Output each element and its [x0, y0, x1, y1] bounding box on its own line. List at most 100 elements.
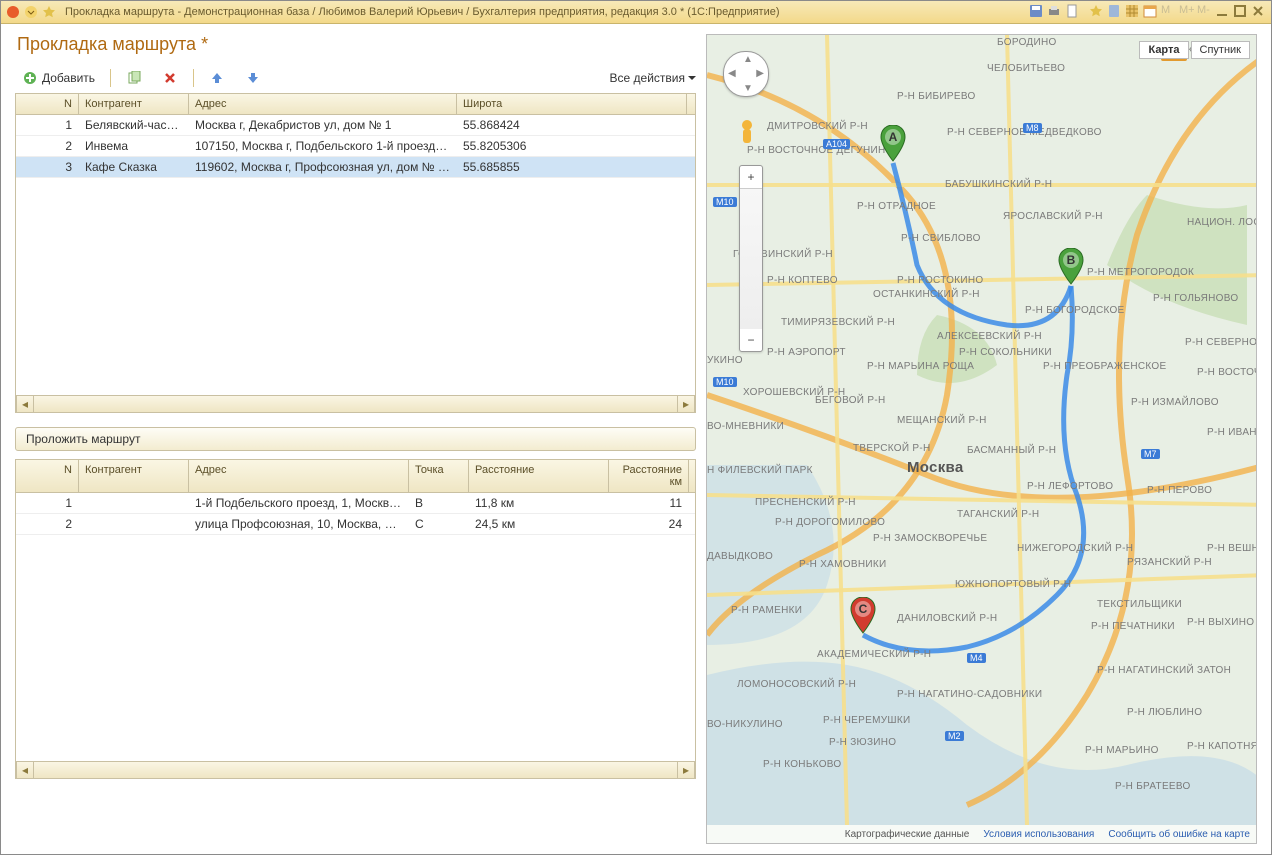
map-district-label: БАБУШКИНСКИЙ Р-Н — [945, 179, 1052, 190]
window-title: Прокладка маршрута - Демонстрационная ба… — [65, 6, 780, 18]
map-panel[interactable]: БородиноЧелобитьевоКоролёР-Н БИБИРЕВОДМИ… — [706, 34, 1257, 844]
col2-distance-km[interactable]: Расстояние км — [609, 460, 689, 492]
map-district-label: Р-Н ЗЮЗИНО — [829, 737, 896, 748]
maximize-icon[interactable] — [1233, 4, 1249, 20]
minimize-icon[interactable] — [1215, 4, 1231, 20]
svg-text:A: A — [889, 130, 898, 144]
map-district-label: Р-Н ВЫХИНО — [1187, 617, 1254, 628]
pan-control[interactable]: ▲▼ ◀▶ — [723, 51, 769, 97]
hscroll2[interactable]: ◂▸ — [16, 761, 695, 778]
fav-icon[interactable] — [1089, 4, 1105, 20]
doc-icon[interactable] — [1065, 4, 1081, 20]
col-address[interactable]: Адрес — [189, 94, 457, 114]
map-pin-C[interactable]: C — [850, 597, 876, 635]
map-district-label: ЯРОСЛАВСКИЙ Р-Н — [1003, 211, 1103, 222]
map-district-label: Р-Н ВЕШН — [1207, 543, 1257, 554]
map-district-label: Р-Н МАРЬИНА РОЩА — [867, 361, 974, 372]
print-icon[interactable] — [1047, 4, 1063, 20]
map-district-label: Р-Н ЛЮБЛИНО — [1127, 707, 1202, 718]
map-district-label: Челобитьево — [987, 63, 1065, 74]
map-district-label: НИЖЕГОРОДСКИЙ Р-Н — [1017, 543, 1133, 554]
map-district-label: Национ. Лосин — [1187, 217, 1257, 228]
dropdown-icon[interactable] — [23, 4, 39, 20]
col-contractor[interactable]: Контрагент — [79, 94, 189, 114]
terms-link[interactable]: Условия использования — [983, 829, 1094, 840]
satellite-mode-button[interactable]: Спутник — [1191, 41, 1250, 59]
all-actions-button[interactable]: Все действия — [610, 71, 696, 85]
save-icon[interactable] — [1029, 4, 1045, 20]
move-up-button[interactable] — [202, 67, 232, 89]
move-down-button[interactable] — [238, 67, 268, 89]
map-mode-button[interactable]: Карта — [1139, 41, 1188, 59]
map-district-label: Р-Н ГОЛЬЯНОВО — [1153, 293, 1238, 304]
map-district-label: ТЕКСТИЛЬЩИКИ — [1097, 599, 1182, 610]
m-minus-icon[interactable]: M- — [1197, 4, 1213, 20]
points-table: N Контрагент Адрес Широта 1Белявский-час… — [15, 93, 696, 413]
zoom-in-button[interactable]: + — [740, 166, 762, 189]
table-row[interactable]: 3Кафе Сказка119602, Москва г, Профсоюзна… — [16, 157, 695, 178]
map-district-label: Р-Н НАГАТИНСКИЙ ЗАТОН — [1097, 665, 1231, 676]
page-title: Прокладка маршрута * — [17, 34, 696, 55]
map-district-label: Р-Н ВОСТОЧНОЕ ДЕГУНИНО — [747, 145, 894, 156]
col-latitude[interactable]: Широта — [457, 94, 687, 114]
map-pin-B[interactable]: B — [1058, 248, 1084, 286]
calc-icon[interactable] — [1107, 4, 1123, 20]
m-plus-icon[interactable]: M+ — [1179, 4, 1195, 20]
add-button[interactable]: Добавить — [15, 67, 102, 89]
delete-button[interactable] — [155, 67, 185, 89]
zoom-out-button[interactable]: − — [740, 329, 762, 351]
map-district-label: ВО-НИКУЛИНО — [707, 719, 783, 730]
col-n[interactable]: N — [16, 94, 79, 114]
map-district-label: Р-Н ВОСТОЧН — [1197, 367, 1257, 378]
star-icon[interactable] — [41, 4, 57, 20]
col2-n[interactable]: N — [16, 460, 79, 492]
map-district-label: Р-Н ПЕЧАТНИКИ — [1091, 621, 1175, 632]
map-district-label: АКАДЕМИЧЕСКИЙ Р-Н — [817, 649, 931, 660]
col2-address[interactable]: Адрес — [189, 460, 409, 492]
map-district-label: Р-Н СВИБЛОВО — [901, 233, 981, 244]
zoom-slider[interactable] — [740, 189, 762, 329]
close-icon[interactable] — [1251, 4, 1267, 20]
map-district-label: Р-Н БОГОРОДСКОЕ — [1025, 305, 1125, 316]
table-row[interactable]: 2улица Профсоюзная, 10, Москва, Росс...C… — [16, 514, 695, 535]
map-district-label: Бородино — [997, 37, 1057, 48]
map-district-label: Р-Н КОПТЕВО — [767, 275, 838, 286]
build-route-button[interactable]: Проложить маршрут — [15, 427, 696, 451]
map-district-label: ТВЕРСКОЙ Р-Н — [853, 443, 931, 454]
map-district-label: РЯЗАНСКИЙ Р-Н — [1127, 557, 1212, 568]
col2-contractor[interactable]: Контрагент — [79, 460, 189, 492]
table-row[interactable]: 11-й Подбельского проезд, 1, Москва, Р..… — [16, 493, 695, 514]
map-district-label: Р-Н МАРЬИНО — [1085, 745, 1159, 756]
copy-button[interactable] — [119, 67, 149, 89]
road-shield: М7 — [1141, 449, 1160, 459]
road-shield: М4 — [967, 653, 986, 663]
map-district-label: Р-Н ДОРОГОМИЛОВО — [775, 517, 885, 528]
calendar-icon[interactable] — [1143, 4, 1159, 20]
m-icon[interactable]: M — [1161, 4, 1177, 20]
map-district-label: Р-Н ХАМОВНИКИ — [799, 559, 886, 570]
table-row[interactable]: 2Инвема107150, Москва г, Подбельского 1-… — [16, 136, 695, 157]
map-district-label: ДАВЫДКОВО — [707, 551, 773, 562]
col2-distance[interactable]: Расстояние — [469, 460, 609, 492]
grid-icon[interactable] — [1125, 4, 1141, 20]
map-district-label: ДАНИЛОВСКИЙ Р-Н — [897, 613, 997, 624]
map-district-label: ЛОМОНОСОВСКИЙ Р-Н — [737, 679, 856, 690]
report-link[interactable]: Сообщить об ошибке на карте — [1108, 829, 1250, 840]
map-district-label: Р-Н ОТРАДНОЕ — [857, 201, 936, 212]
road-shield: М2 — [945, 731, 964, 741]
pegman-icon[interactable] — [735, 117, 759, 153]
zoom-control[interactable]: + − — [739, 165, 763, 352]
map-district-label: АЛЕКСЕЕВСКИЙ Р-Н — [937, 331, 1042, 342]
app-window: Прокладка маршрута - Демонстрационная ба… — [0, 0, 1272, 855]
map-district-label: Р-Н БИБИРЕВО — [897, 91, 976, 102]
map-district-label: УКИНО — [707, 355, 743, 366]
plus-icon — [22, 70, 38, 86]
map-district-label: Р-Н КАПОТНЯ — [1187, 741, 1257, 752]
road-shield: М10 — [713, 197, 737, 207]
col2-point[interactable]: Точка — [409, 460, 469, 492]
map-pin-A[interactable]: A — [880, 125, 906, 163]
titlebar: Прокладка маршрута - Демонстрационная ба… — [1, 1, 1271, 24]
app-icon — [5, 4, 21, 20]
table-row[interactable]: 1Белявский-частно...Москва г, Декабристо… — [16, 115, 695, 136]
hscroll[interactable]: ◂▸ — [16, 395, 695, 412]
